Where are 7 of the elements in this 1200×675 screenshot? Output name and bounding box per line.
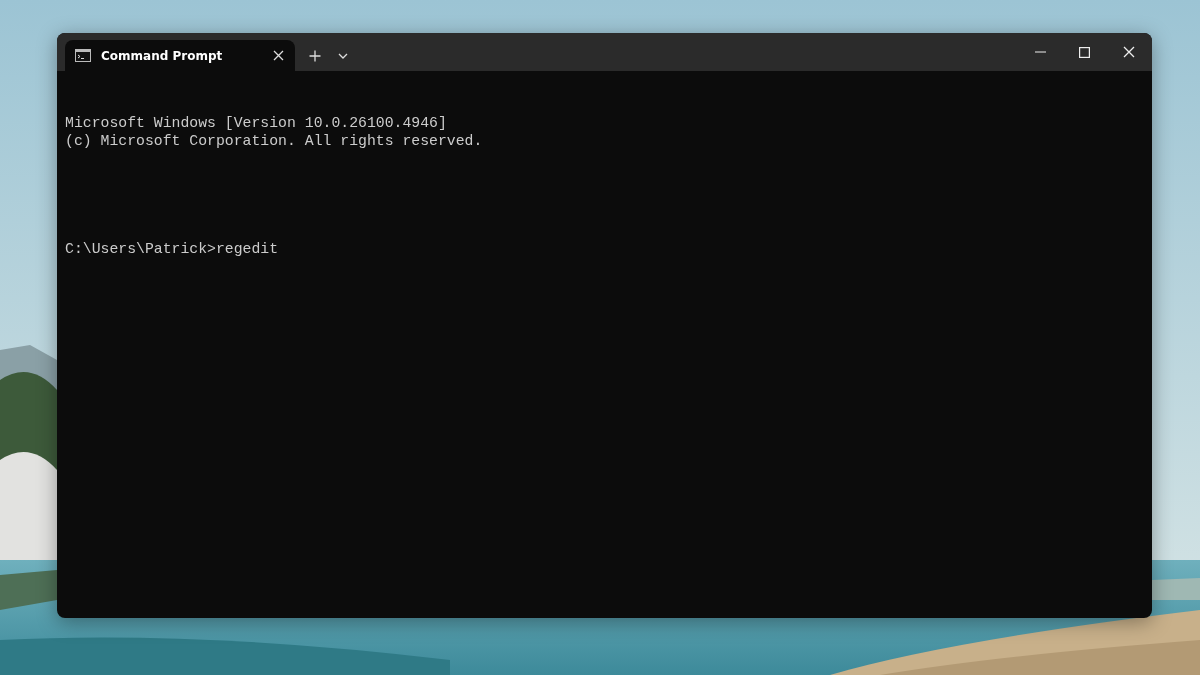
tab-title: Command Prompt xyxy=(101,48,224,63)
close-icon[interactable] xyxy=(271,48,285,63)
console-line: Microsoft Windows [Version 10.0.26100.4946] xyxy=(65,114,447,132)
command-line: C:\Users\Patrick>regedit xyxy=(65,240,279,258)
tab[interactable]: Command Prompt xyxy=(65,40,295,71)
console-line: (c) Microsoft Corporation. All rights reserved. xyxy=(65,132,483,150)
console-icon xyxy=(75,49,91,62)
